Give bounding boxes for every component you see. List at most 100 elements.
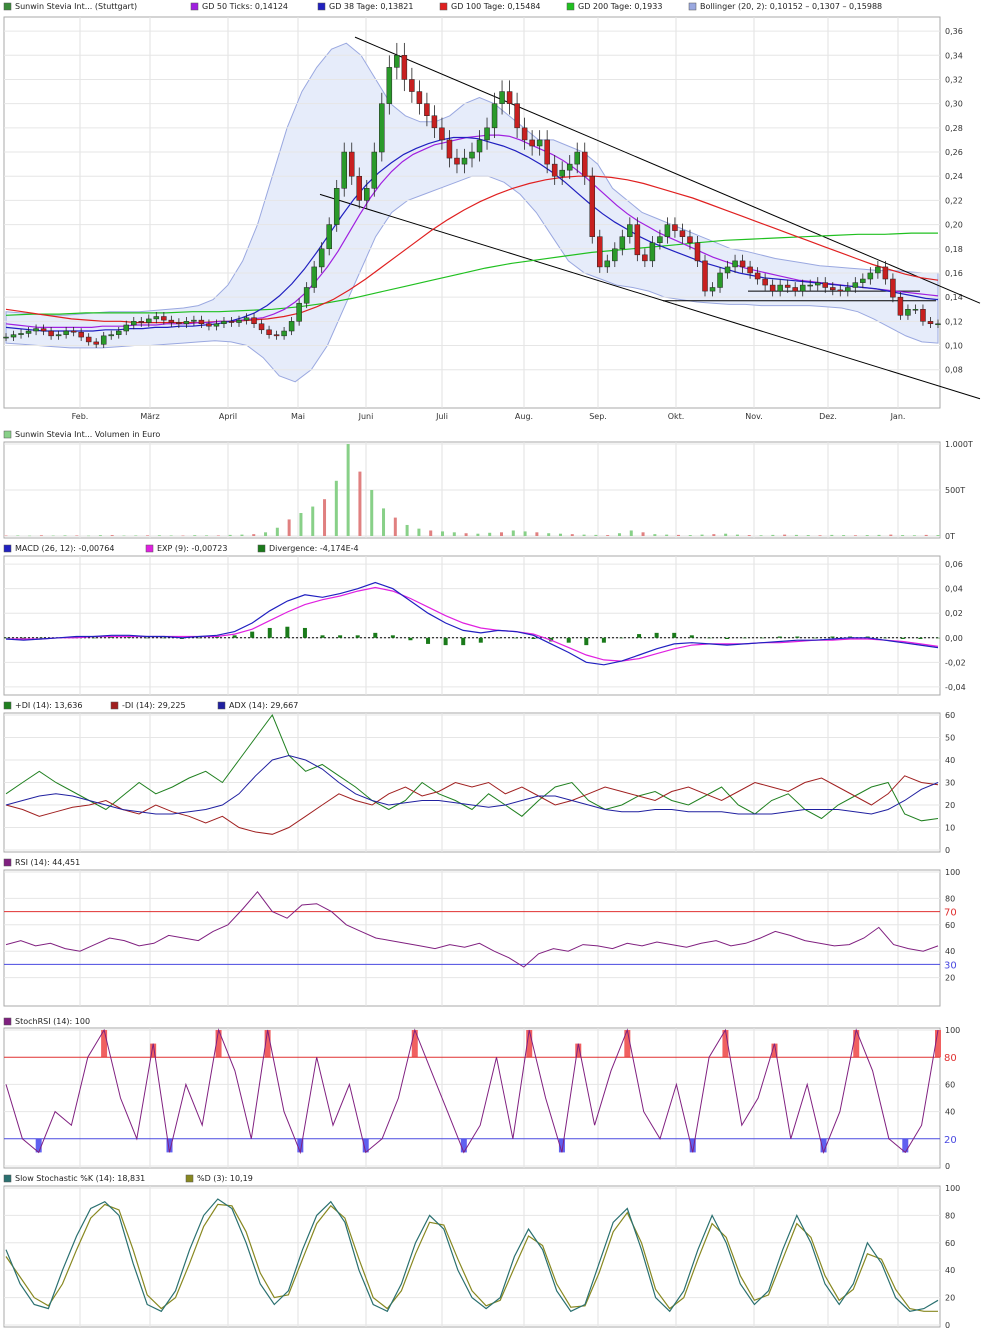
candle-body [739,260,746,268]
divergence-bar [197,637,202,639]
macd-tick-4: -0,02 [945,658,966,667]
candle-body [777,284,783,292]
candle-body [446,139,453,159]
volume-bar [712,534,716,536]
candle-body [409,79,415,92]
volume-bar [16,535,20,536]
macd-tick-2: 0,02 [945,609,963,618]
candle-body [469,151,475,159]
candle-body [506,91,513,104]
divergence-bar [250,631,255,638]
dmi-legend: +DI (14): 13,636 -DI (14): 29,225 ADX (14)… [3,701,298,710]
price-tick-2: 0,32 [945,75,963,84]
candle-body [288,321,295,332]
candle-body [845,287,851,292]
volume-bar [323,499,327,536]
macd-legend-label-0: MACD (26, 12): -0,00764 [15,544,114,553]
volume-bar [4,535,8,537]
candle-body [822,282,829,288]
volume-bar [110,535,114,536]
volume-bar [783,534,787,536]
candle-body [529,139,535,147]
candle-body [48,330,54,337]
candle-body [25,330,32,334]
month-label-3: Mai [291,412,305,421]
price-tick-9: 0,18 [945,245,963,254]
candle-body [63,330,69,335]
volume-bar [724,533,728,536]
volume-bar [393,517,397,536]
rsi-mark-70: 70 [944,908,957,919]
stochrsi-frame [3,1027,941,1169]
divergence-bar [637,634,642,638]
slowstoch-legend: Slow Stochastic %K (14): 18,831 %D (3): 1… [3,1174,253,1183]
volume-bar [464,533,468,536]
volume-bar [382,508,386,536]
divergence-bar [566,637,571,643]
volume-bar [417,528,421,536]
volume-bar [617,533,621,536]
volume-bar [653,534,657,536]
candle-body [905,309,911,316]
price-legend-label-0: Sunwin Stevia Int... (Stuttgart) [15,2,137,11]
candle-body [115,330,122,335]
volume-legend-swatch-0 [3,430,12,439]
volume-bar [358,471,362,536]
divergence-bar [513,637,518,639]
candle-body [236,319,242,323]
volume-bar [98,535,102,536]
volume-bar [193,535,197,536]
candle-body [153,316,160,320]
candle-body [108,334,114,337]
month-label-1: März [140,412,159,421]
candle-body [649,242,656,262]
rsi-legend-swatch-0 [3,858,12,867]
volume-bar [275,527,279,536]
divergence-bar [724,637,729,639]
candle-body [40,328,47,332]
dmi-tick-2: 40 [945,756,955,765]
candle-body [724,266,731,274]
candle-body [3,336,9,339]
month-label-4: Juni [358,412,374,421]
dmi-legend-label-0: +DI (14): 13,636 [15,701,82,710]
volume-bar [146,535,150,536]
price-legend-swatch-0 [3,2,12,11]
price-tick-13: 0,10 [945,342,963,351]
volume-bar [476,533,480,536]
candle-body [484,127,490,141]
candle-body [574,151,580,165]
price-tick-8: 0,20 [945,221,963,230]
volume-bar [299,513,303,536]
chart-stage: 0,36 0,34 0,32 0,30 0,28 0,26 0,24 0,22 0,20 0,18… [3,2,981,1330]
macd-legend-label-2: Divergence: -4,174E-4 [269,544,359,553]
candle-body [176,322,182,325]
month-label-11: Jan. [890,412,906,421]
price-panel: 0,36 0,34 0,32 0,30 0,28 0,26 0,24 0,22 0,20 0,18… [3,16,981,421]
rsi-mark-30: 30 [944,960,957,971]
slowstoch-legend-swatch-0 [3,1174,12,1183]
candle-body [311,266,317,288]
stochrsi-legend: StochRSI (14): 100 [3,1017,90,1026]
candle-body [709,287,716,292]
candle-body [890,278,896,298]
month-label-0: Feb. [72,412,89,421]
candle-body [536,139,543,147]
slowstoch-panel: 100 80 60 40 20 0 [3,1184,960,1330]
price-tick-3: 0,30 [945,100,963,109]
candle-body [627,224,633,237]
candle-body [642,254,648,262]
rsi-tick-4: 20 [945,974,955,983]
volume-bar [488,532,492,536]
candle-body [664,224,671,237]
stochrsi-under-fill [460,1138,467,1153]
volume-bar [264,532,268,536]
slowstoch-tick-4: 20 [945,1294,955,1303]
volume-bar [794,534,798,536]
candle-body [138,321,145,323]
candle-body [814,282,821,286]
dmi-legend-swatch-0 [3,701,12,710]
volume-bar [901,535,905,536]
divergence-bar [39,637,44,639]
candle-body [386,67,393,104]
